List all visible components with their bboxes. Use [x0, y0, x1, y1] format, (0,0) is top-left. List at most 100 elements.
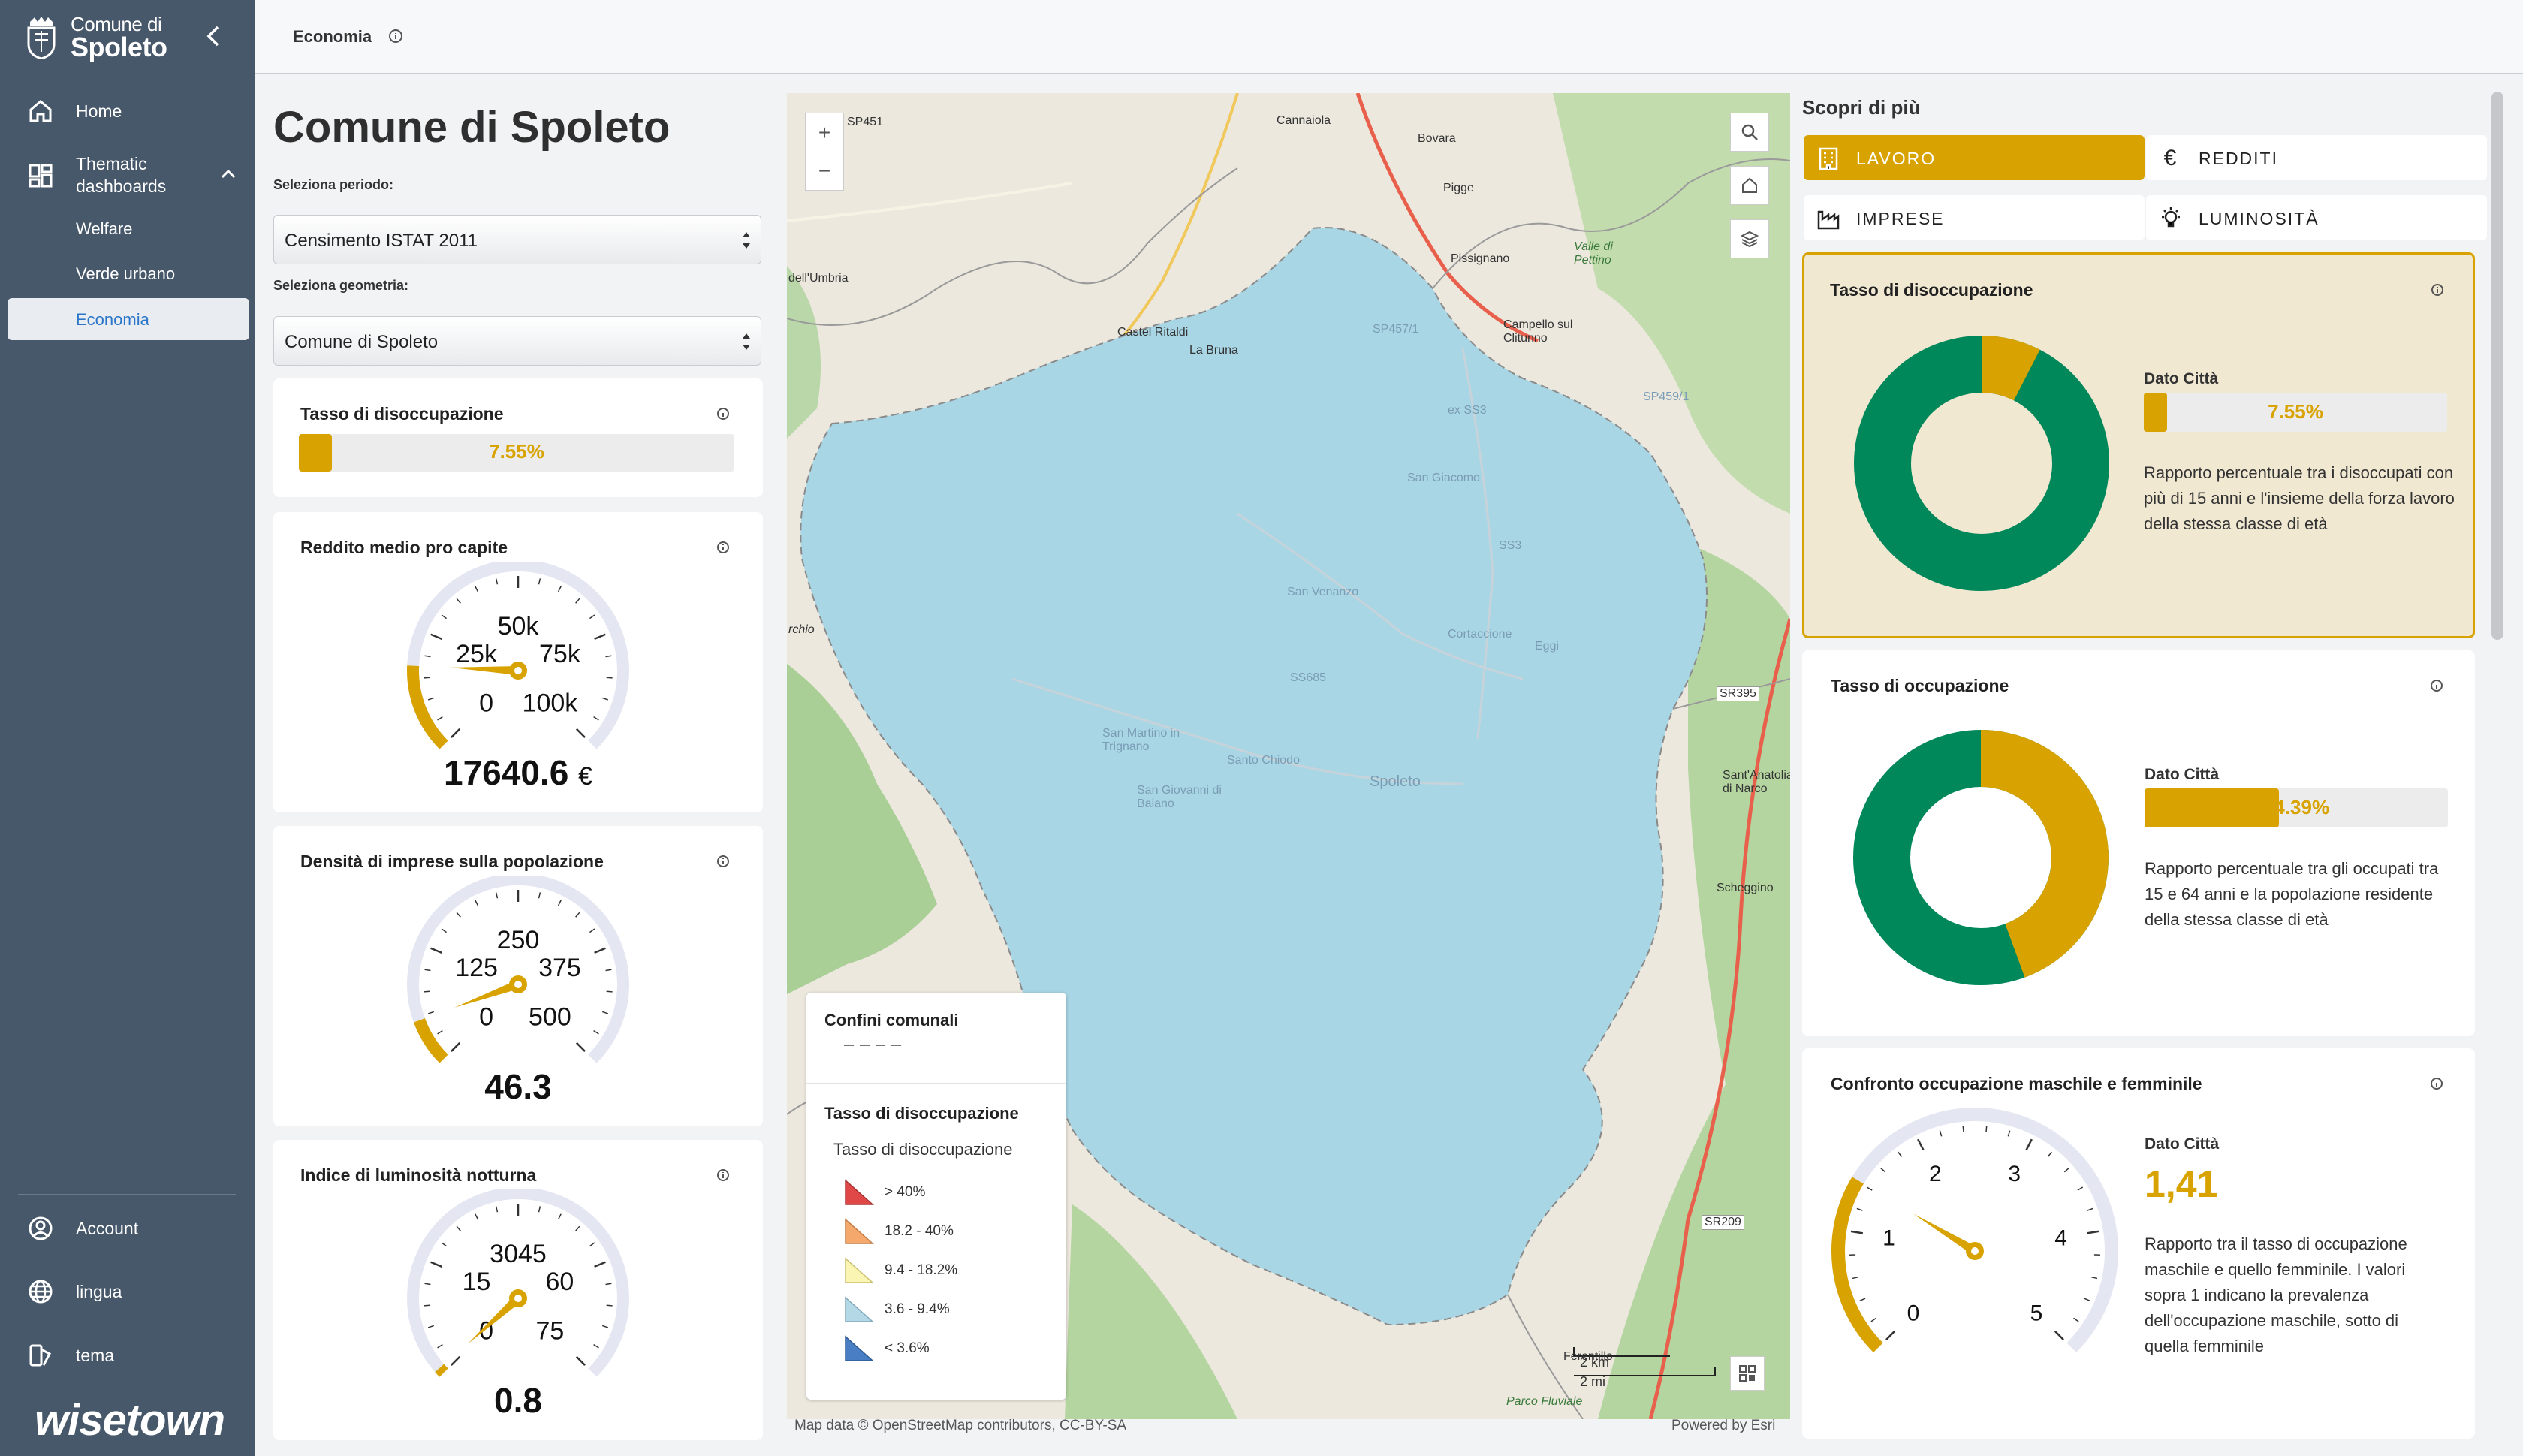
map-attribution[interactable]: Map data © OpenStreetMap contributors, C… [794, 1418, 1126, 1434]
tab-imprese[interactable]: IMPRESE [1804, 195, 2145, 240]
night-light-card: Indice di luminosità notturna 0 15 3045 60 7… [273, 1140, 763, 1440]
gauge-tick [475, 586, 479, 592]
gauge-tick-label: 50k [498, 612, 540, 641]
legend-swatch [845, 1335, 874, 1361]
layers-icon [1740, 231, 1759, 248]
nav-lingua[interactable]: lingua [0, 1277, 255, 1307]
map-label: Bovara [1418, 132, 1456, 145]
gauge-hub-center [514, 981, 522, 988]
gauge-tick [2025, 1138, 2033, 1151]
scrollbar[interactable] [2491, 92, 2503, 640]
gauge-tick [475, 1213, 479, 1220]
tab-lavoro[interactable]: LAVORO [1804, 135, 2145, 180]
unemployment-progress-value: 7.55% [489, 440, 544, 463]
map-label: SS3 [1499, 539, 1522, 552]
employment-detail-value: 44.39% [2262, 796, 2330, 818]
chevron-up-icon[interactable] [219, 165, 237, 183]
nav-thematic-label: Thematic dashboards [76, 154, 167, 196]
qr-code-button[interactable] [1730, 1356, 1765, 1391]
gauge-tick [575, 728, 586, 738]
esri-attribution[interactable]: Powered by Esri [1671, 1418, 1775, 1434]
map-label: SP457/1 [1373, 323, 1419, 336]
subnav-welfare[interactable]: Welfare [76, 219, 132, 239]
map-layers-button[interactable] [1730, 219, 1769, 258]
employment-donut-chart [1853, 730, 2109, 985]
map-home-button[interactable] [1730, 166, 1769, 205]
gender-ratio-gauge: 0 1 2 3 4 5 [1831, 1108, 2118, 1353]
gauge-tick [606, 677, 613, 679]
gauge-tick [601, 1325, 609, 1328]
map[interactable]: SP451 Cannaiola Bovara Pigge Pissignano … [787, 93, 1790, 1419]
night-light-value: 0.8 [494, 1381, 542, 1420]
gauge-tick [430, 947, 442, 954]
gauge-tick [589, 928, 595, 933]
period-select[interactable]: Censimento ISTAT 2011 [273, 215, 761, 264]
info-icon[interactable] [387, 27, 405, 45]
map-label: Parco Fluviale [1506, 1395, 1583, 1408]
gauge-tick-label: 100k [523, 689, 579, 717]
info-icon[interactable] [2429, 282, 2446, 298]
wisetown-logo: wisetown [35, 1396, 225, 1445]
gauge-tick [2073, 1317, 2079, 1322]
legend-layer-title: Tasso di disoccupazione [824, 1104, 1019, 1123]
map-search-button[interactable] [1730, 113, 1769, 152]
map-label: San Giovanni di Baiano [1137, 784, 1222, 810]
collapse-sidebar-icon[interactable] [203, 21, 225, 51]
subnav-economia[interactable]: Economia [8, 298, 249, 340]
zoom-out-button[interactable]: − [805, 152, 844, 191]
gauge-tick [557, 1213, 562, 1220]
legend-sub-title: Tasso di disoccupazione [833, 1140, 1013, 1159]
gauge-tick [427, 1011, 435, 1014]
employment-detail-bar: 44.39% [2145, 788, 2448, 827]
tab-redditi[interactable]: € REDDITI [2146, 135, 2487, 180]
nav-thematic-dashboards[interactable]: Thematic dashboards [0, 150, 255, 200]
home-icon [1742, 177, 1757, 193]
gauge-tick [594, 947, 606, 954]
nav-account[interactable]: Account [0, 1213, 255, 1243]
dashboard-icon [29, 164, 53, 188]
discover-more-heading: Scopri di più [1802, 96, 1921, 119]
info-icon[interactable] [2428, 677, 2445, 694]
gauge-tick [2054, 1330, 2064, 1340]
gauge-tick-label: 4 [2054, 1225, 2067, 1250]
gauge-tick-label: 375 [538, 954, 581, 982]
nav-lingua-label: lingua [76, 1281, 122, 1301]
tab-luminosita[interactable]: LUMINOSITÀ [2146, 195, 2487, 240]
donut-remainder-slice [1854, 336, 2109, 591]
map-label: Santo Chiodo [1227, 754, 1300, 767]
gauge-tick [2084, 1298, 2090, 1302]
gauge-tick [1885, 1330, 1896, 1340]
map-label: San Martino in Trignano [1102, 727, 1180, 753]
unemployment-donut-chart [1854, 336, 2109, 591]
map-label: La Bruna [1189, 344, 1238, 357]
info-icon[interactable] [2428, 1075, 2445, 1092]
info-icon[interactable] [715, 405, 731, 422]
legend-item: 3.6 - 9.4% [844, 1295, 950, 1325]
map-legend: Confini comunali Tasso di disoccupazione… [806, 993, 1066, 1400]
geometry-select[interactable]: Comune di Spoleto [273, 316, 761, 366]
unemployment-card: Tasso di disoccupazione 7.55% [273, 378, 763, 497]
nav-home[interactable]: Home [0, 96, 255, 126]
map-label: Scheggino [1717, 882, 1774, 894]
gauge-tick [437, 1030, 443, 1035]
subnav-verde-urbano[interactable]: Verde urbano [76, 264, 175, 284]
map-label: Eggi [1535, 640, 1560, 653]
gauge-tick [594, 1261, 606, 1268]
map-label: rchio [788, 623, 815, 636]
nav-tema[interactable]: tema [0, 1340, 255, 1370]
gauge-hub-center [1971, 1247, 1979, 1255]
gauge-fill [435, 1364, 448, 1377]
gauge-hub-center [514, 1295, 522, 1302]
gauge-tick-label: 60 [546, 1268, 574, 1296]
unemployment-description: Rapporto percentuale tra i disoccupati c… [2144, 463, 2455, 533]
gauge-tick [593, 1344, 599, 1349]
info-icon[interactable] [715, 853, 731, 870]
info-icon[interactable] [715, 1167, 731, 1183]
info-icon[interactable] [715, 539, 731, 556]
gauge-fill [413, 1017, 448, 1063]
top-bar: Economia [255, 0, 2523, 74]
map-label: SR395 [1717, 686, 1759, 701]
euro-icon: € [2163, 146, 2178, 170]
gauge-tick [589, 1242, 595, 1247]
zoom-in-button[interactable]: + [805, 113, 844, 152]
